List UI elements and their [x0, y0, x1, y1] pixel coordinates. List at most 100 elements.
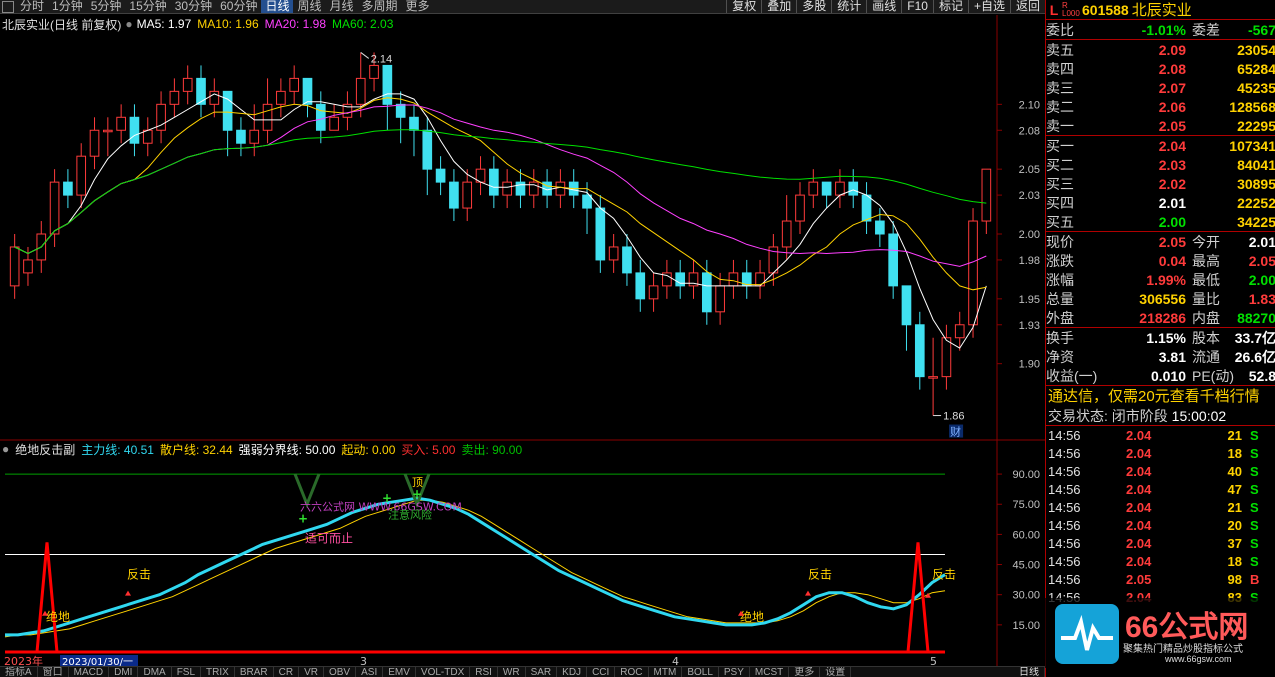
toolbar-button-6[interactable]: 标记: [932, 0, 968, 13]
period-tab-2[interactable]: 5分钟: [87, 0, 126, 13]
candle-up: [76, 155, 87, 196]
period-tab-8[interactable]: 月线: [326, 0, 358, 13]
period-tab-6[interactable]: 日线: [261, 0, 294, 13]
indicator-title: 绝地反击副: [15, 442, 76, 457]
indicator-tab-0[interactable]: 指标A: [0, 667, 38, 677]
chart-area[interactable]: 2.10 2.08 2.05 2.03 2.00 1.98 1.95 1.93 1.90 2.14…: [0, 15, 1045, 666]
indicator-tab-22[interactable]: PSY: [719, 667, 750, 677]
bid-row-3-value: 2.01: [1158, 194, 1186, 211]
high-marker: [360, 52, 370, 59]
tick-price: 2.04: [1126, 553, 1152, 569]
stock-name: 北辰实业: [1131, 2, 1192, 19]
menu-icon[interactable]: [2, 0, 14, 13]
cap-row-0-value: 1.15%: [1146, 329, 1186, 346]
buy-signal-spike: [35, 542, 59, 653]
stat-row-3-label: 总量: [1046, 290, 1074, 307]
tick-side: S: [1250, 445, 1259, 461]
indicator-tab-1[interactable]: 窗口: [38, 667, 69, 677]
period-tab-10[interactable]: 更多: [402, 0, 434, 13]
stat-row-0-value2: 2.01: [1248, 233, 1275, 250]
stat-row-3-value2: 1.83: [1248, 290, 1275, 307]
toolbar-button-2[interactable]: 多股: [796, 0, 831, 13]
candle-up: [182, 77, 193, 92]
candle-up: [981, 168, 992, 222]
bid-row-1-value: 2.03: [1158, 156, 1186, 173]
tick-volume: 47: [1227, 481, 1242, 497]
indicator-tab-24[interactable]: 更多: [789, 667, 821, 677]
weibi-label: 委比: [1046, 21, 1074, 38]
indicator-tab-10[interactable]: OBV: [324, 667, 357, 677]
stat-row-1-value2: 2.05: [1248, 252, 1275, 269]
indicator-tab-19[interactable]: ROC: [615, 667, 649, 677]
toolbar-button-0[interactable]: 复权: [726, 0, 761, 13]
indicator-tab-8[interactable]: CR: [274, 667, 300, 677]
candlesticks: [9, 52, 992, 416]
tick-side: S: [1250, 517, 1259, 533]
bid-row-4: 买五 2.00 34225: [1046, 212, 1275, 231]
cap-row-2: 收益(一) 0.010 PE(动) 52.8: [1046, 366, 1275, 385]
toolbar-button-8[interactable]: 返回: [1009, 0, 1045, 13]
bottom-annotation: 绝地: [740, 609, 764, 624]
indicator-tab-9[interactable]: VR: [299, 667, 324, 677]
rebound-annotation: 反击: [808, 568, 832, 582]
toolbar-button-3[interactable]: 统计: [831, 0, 866, 13]
rebound-annotation: 反击: [932, 568, 956, 582]
quote-panel: L R L000 601588 北辰实业 委比 -1.01% 委差 -567 卖…: [1045, 0, 1275, 677]
stat-row-0-label: 现价: [1046, 233, 1074, 250]
ask-row-4-value2: 22295: [1237, 117, 1275, 134]
bid-row-0-value2: 107341: [1229, 137, 1275, 154]
indicator-tab-17[interactable]: KDJ: [557, 667, 588, 677]
level2-promo-link[interactable]: 通达信，仅需20元查看千档行情: [1046, 386, 1275, 407]
candle-up: [9, 246, 20, 287]
indicator-tab-14[interactable]: RSI: [470, 667, 498, 677]
indicator-tab-15[interactable]: WR: [498, 667, 526, 677]
period-tab-4[interactable]: 30分钟: [171, 0, 216, 13]
toolbar-button-1[interactable]: 叠加: [761, 0, 796, 13]
candle-up: [608, 246, 619, 261]
indicator-icon[interactable]: ●: [2, 442, 9, 456]
toolbar-button-7[interactable]: +自选: [967, 0, 1010, 13]
period-tab-1[interactable]: 1分钟: [48, 0, 87, 13]
period-tab-0[interactable]: 分时: [16, 0, 48, 13]
indicator-tab-12[interactable]: EMV: [383, 667, 416, 677]
candle-down: [675, 272, 686, 287]
indicator-tab-4[interactable]: DMA: [138, 667, 172, 677]
indicator-tab-16[interactable]: SAR: [526, 667, 558, 677]
tick-list[interactable]: 14:56 2.04 21 S 14:56 2.04 18 S 14:56 2.04 40 S 14:5…: [1046, 426, 1275, 606]
price-tick-label: 1.98: [1019, 255, 1040, 267]
logo-slogan: 聚集热门精品炒股指标公式: [1123, 644, 1243, 655]
toolbar-buttons: 复权 叠加 多股 统计 画线 F10 标记 +自选 返回: [726, 0, 1045, 13]
cap-row-1: 净资 3.81 流通 26.6亿: [1046, 347, 1275, 366]
indicator-tab-3[interactable]: DMI: [109, 667, 139, 677]
ind-tick-label: 45.00: [1012, 560, 1040, 572]
indicator-tab-23[interactable]: MCST: [750, 667, 790, 677]
indicator-tab-13[interactable]: VOL-TDX: [416, 667, 471, 677]
toolbar-button-5[interactable]: F10: [901, 0, 933, 13]
toolbar-button-4[interactable]: 画线: [866, 0, 901, 13]
indicator-tab-6[interactable]: TRIX: [201, 667, 235, 677]
indicator-param-4: 买入: 5.00: [401, 442, 456, 457]
indicator-tab-5[interactable]: FSL: [172, 667, 202, 677]
trade-state: 交易状态: 闭市阶段 15:00:02: [1046, 407, 1275, 426]
indicator-tabs: 指标A 窗口 MACD DMI DMA FSL TRIX BRAR CR VR OBV ASI EMV V…: [0, 666, 1045, 677]
chart-settings-icon[interactable]: ●: [125, 17, 132, 31]
indicator-tab-25[interactable]: 设置: [820, 667, 852, 677]
period-indicator: 日线: [1014, 667, 1045, 677]
cap-row-0-label: 换手: [1046, 329, 1074, 346]
period-tab-3[interactable]: 15分钟: [125, 0, 170, 13]
candle-up: [502, 181, 512, 196]
period-tab-5[interactable]: 60分钟: [216, 0, 261, 13]
stat-row-2-value: 1.99%: [1146, 271, 1186, 288]
tick-volume: 37: [1227, 535, 1242, 551]
ask-row-0-label: 卖五: [1046, 41, 1074, 58]
indicator-tab-2[interactable]: MACD: [69, 667, 110, 677]
candle-up: [954, 324, 965, 339]
period-tab-7[interactable]: 周线: [293, 0, 325, 13]
bid-row-0-label: 买一: [1046, 137, 1074, 154]
indicator-tab-20[interactable]: MTM: [649, 667, 683, 677]
indicator-tab-21[interactable]: BOLL: [682, 667, 719, 677]
period-tab-9[interactable]: 多周期: [358, 0, 402, 13]
indicator-tab-18[interactable]: CCI: [587, 667, 616, 677]
indicator-tab-7[interactable]: BRAR: [235, 667, 274, 677]
indicator-tab-11[interactable]: ASI: [356, 667, 384, 677]
